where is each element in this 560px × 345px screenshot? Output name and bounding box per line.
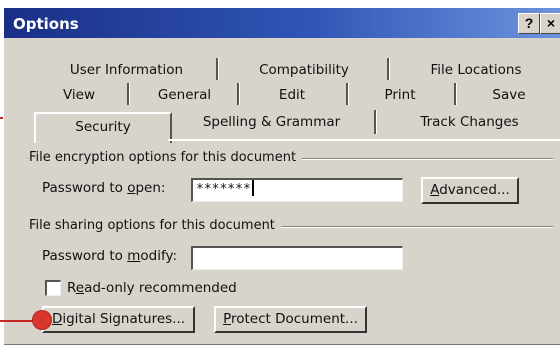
tab-view[interactable]: View [34, 85, 124, 106]
text-caret [251, 180, 254, 196]
readonly-label: Read-only recommended [67, 280, 237, 296]
tab-spelling-grammar[interactable]: Spelling & Grammar [174, 112, 369, 133]
tab-print[interactable]: Print [350, 85, 450, 106]
close-button[interactable]: × [540, 13, 560, 34]
tab-general[interactable]: General [132, 85, 237, 106]
tab-user-information[interactable]: User Information [44, 60, 209, 81]
password-modify-field[interactable] [191, 246, 403, 270]
tab-panel-edge [168, 139, 560, 141]
password-open-label: Password to open: [42, 180, 166, 196]
tab-separator [346, 83, 348, 105]
sharing-group-label: File sharing options for this document [29, 218, 281, 233]
title-bar[interactable]: Options ? × [4, 8, 560, 38]
tab-edit[interactable]: Edit [242, 85, 342, 106]
options-dialog: Options ? × User Information Compatibili… [3, 7, 560, 345]
digital-signatures-button[interactable]: Digital Signatures... [42, 306, 195, 333]
help-button[interactable]: ? [518, 13, 540, 34]
tab-separator [387, 58, 389, 80]
tab-file-locations[interactable]: File Locations [396, 60, 556, 81]
tab-separator [237, 83, 239, 105]
window-title: Options [13, 15, 79, 33]
readonly-checkbox[interactable] [45, 280, 61, 296]
tab-separator [454, 83, 456, 105]
password-modify-label: Password to modify: [42, 248, 178, 264]
encryption-group-label: File encryption options for this documen… [29, 150, 303, 165]
advanced-button[interactable]: Advanced... [421, 177, 519, 204]
protect-document-button[interactable]: Protect Document... [214, 306, 367, 333]
tab-track-changes[interactable]: Track Changes [382, 112, 557, 133]
tab-separator [216, 58, 218, 80]
tab-separator [127, 83, 129, 105]
tab-save[interactable]: Save [459, 85, 559, 106]
password-open-field[interactable]: ******* [191, 178, 403, 202]
tab-compatibility[interactable]: Compatibility [224, 60, 384, 81]
tab-separator [374, 110, 376, 134]
callout-dot-digital-signatures [33, 311, 51, 329]
tab-security[interactable]: Security [34, 112, 172, 143]
password-open-value: ******* [196, 182, 251, 197]
